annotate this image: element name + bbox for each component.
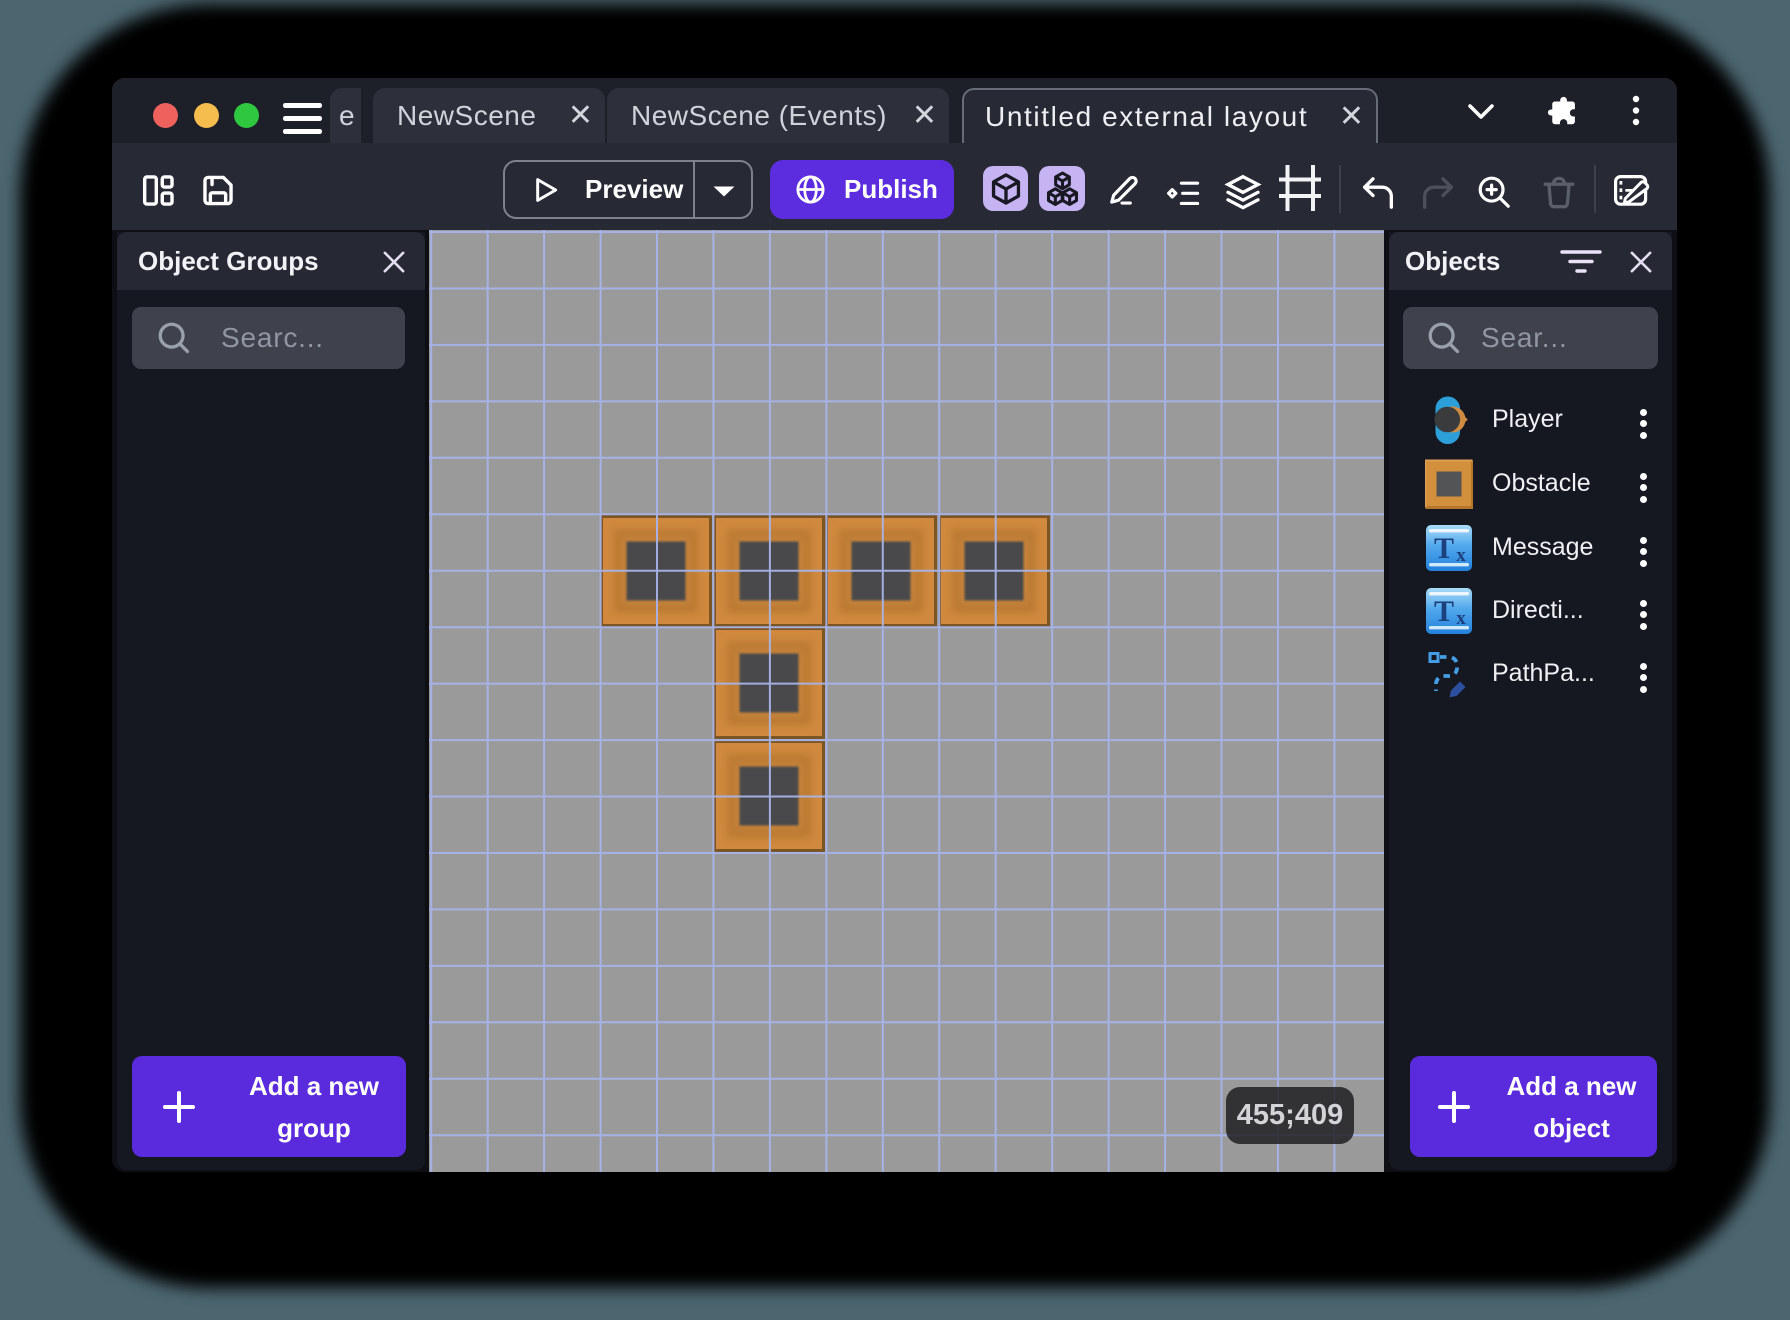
svg-text:x: x <box>1456 545 1466 566</box>
svg-text:T: T <box>1434 532 1454 565</box>
svg-text:T: T <box>1434 595 1454 628</box>
svg-text:x: x <box>1456 608 1466 629</box>
